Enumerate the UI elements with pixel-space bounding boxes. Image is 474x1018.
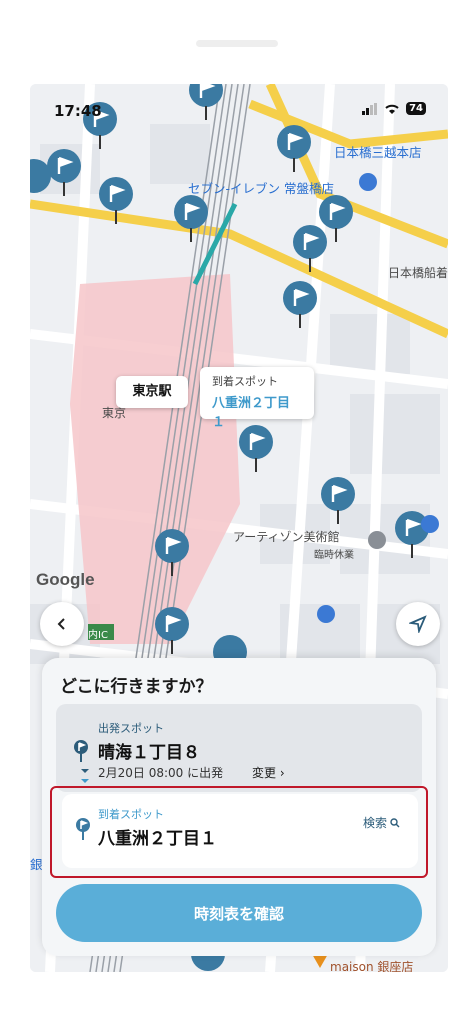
arrival-callout-value: 八重洲２丁目１ — [212, 396, 291, 430]
origin-name: 晴海１丁目８ — [98, 743, 200, 763]
google-logo: Google — [36, 570, 95, 589]
status-bar: 17:48 74 — [30, 84, 448, 134]
destination-label: 到着スポット — [98, 808, 164, 821]
top-bar-handle — [196, 40, 278, 47]
destination-spot-field[interactable]: 到着スポット 八重洲２丁目１ 検索 — [62, 794, 418, 868]
poi-label-artizon[interactable]: アーティゾン美術館 — [233, 528, 340, 545]
change-departure-link[interactable]: 変更 › — [252, 764, 285, 781]
wifi-icon — [385, 104, 399, 114]
destination-name: 八重洲２丁目１ — [98, 829, 217, 849]
check-timetable-button[interactable]: 時刻表を確認 — [56, 884, 422, 942]
back-button[interactable] — [40, 602, 84, 646]
arrival-callout-label: 到着スポット — [212, 375, 278, 388]
route-connector-icon — [81, 769, 89, 783]
status-time: 17:48 — [54, 102, 102, 120]
departure-time: 2月20日 08:00 に出発 — [98, 766, 224, 780]
arrival-spot-callout[interactable]: 到着スポット 八重洲２丁目１ — [200, 367, 314, 430]
destination-search-button[interactable]: 検索 — [363, 814, 400, 831]
origin-spot-field[interactable]: 出発スポット 晴海１丁目８ 2月20日 08:00 に出発 変更 › — [56, 704, 422, 792]
app-screen: 日本橋三越本店 セブン-イレブン 常盤橋店 日本橋船着 東京 アーティゾン美術館… — [30, 84, 448, 972]
map-label-uchi-ic: 内IC — [88, 630, 108, 641]
status-icons: 74 — [362, 102, 426, 115]
destination-panel: どこに行きますか？ 出発スポット 晴海１丁目８ 2月20日 08:00 に出発 … — [42, 658, 436, 956]
navigation-arrow-icon — [409, 615, 427, 633]
destination-flag-icon — [76, 818, 90, 840]
signal-icon — [362, 102, 378, 115]
map-label-gin: 銀 — [30, 857, 43, 872]
poi-label-seven-eleven[interactable]: セブン-イレブン 常盤橋店 — [188, 178, 334, 197]
station-label-card[interactable]: 東京駅 — [116, 376, 188, 408]
panel-title: どこに行きますか？ — [60, 677, 213, 697]
map-label-nihonbashi-funa: 日本橋船着 — [388, 266, 448, 280]
poi-label-closed: 臨時休業 — [314, 550, 354, 561]
poi-label-maison[interactable]: maison 銀座店 — [330, 958, 413, 972]
search-label: 検索 — [362, 816, 387, 830]
origin-label: 出発スポット — [98, 722, 164, 735]
device-frame: 日本橋三越本店 セブン-イレブン 常盤橋店 日本橋船着 東京 アーティゾン美術館… — [0, 0, 474, 1018]
search-icon — [390, 817, 400, 827]
origin-flag-icon — [74, 740, 88, 762]
chevron-left-icon — [57, 618, 65, 630]
poi-label-mitsukoshi[interactable]: 日本橋三越本店 — [334, 142, 422, 161]
battery-indicator: 74 — [406, 102, 426, 115]
current-location-button[interactable] — [396, 602, 440, 646]
